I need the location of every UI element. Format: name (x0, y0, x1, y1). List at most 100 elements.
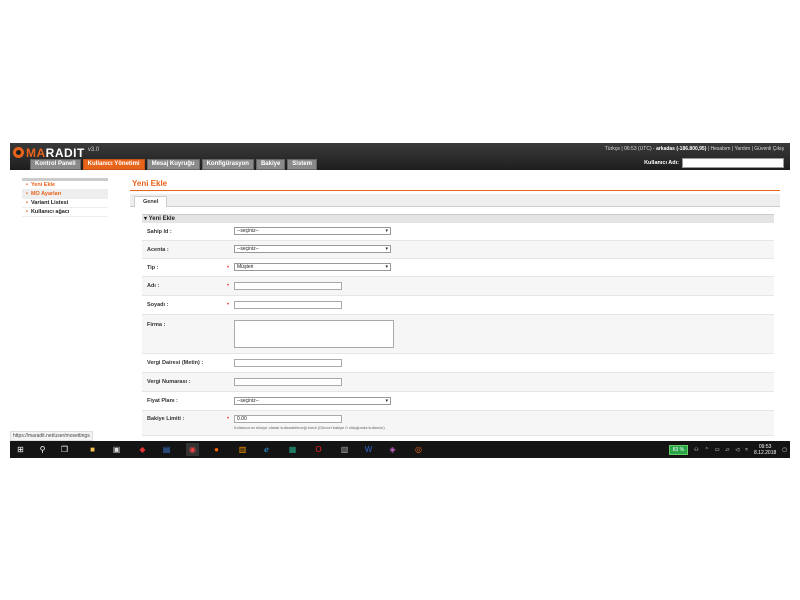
logo-ring-icon (13, 147, 24, 158)
app3-icon[interactable]: ▧ (338, 443, 351, 456)
top-info-user[interactable]: arkadas (-186.800,95) (656, 146, 706, 152)
form-section: ▾ Yeni Ekle Sahip Id : --seçiniz-- ▾ Acen… (142, 214, 774, 436)
volume-icon[interactable]: ◁ (735, 447, 739, 453)
bullet-icon: • (26, 182, 28, 188)
network-icon[interactable]: ▱ (726, 447, 730, 453)
taskbar: ⊞ ⚲ ❐ ■ ▣ ◆ ▤ ◉ ● ▥ ℯ ▦ O ▧ W ◈ ◎ 83 % ⚇… (10, 441, 790, 458)
sidebar-item-variant-list[interactable]: • Variant Listesi (22, 199, 108, 208)
logo-text-2: RADIT (45, 145, 85, 160)
username-label: Kullanıcı Adı: (644, 160, 679, 166)
first-name-input[interactable] (234, 282, 342, 290)
field-label: Acenta : (147, 246, 169, 253)
nav-tab-message-queue[interactable]: Mesaj Kuyruğu (146, 159, 200, 170)
balance-limit-input[interactable]: 0.00 (234, 415, 342, 423)
search-icon[interactable]: ⚲ (36, 443, 49, 456)
windows-start-icon[interactable]: ⊞ (14, 443, 27, 456)
word-icon[interactable]: W (362, 443, 375, 456)
tab-strip: Genel (130, 194, 780, 207)
maradit-taskbar-icon[interactable]: ◎ (412, 443, 425, 456)
row-tax-office: Vergi Dairesi (Metin) : (142, 354, 774, 373)
nav-tab-balance[interactable]: Bakiye (255, 159, 286, 170)
balance-limit-hint: Kullanıcının eksiye olarak kullanabilece… (234, 425, 385, 430)
field-label: Vergi Dairesi (Metin) : (147, 360, 204, 366)
task-view-icon[interactable]: ❐ (58, 443, 71, 456)
bullet-icon: • (26, 209, 28, 215)
row-tax-number: Vergi Numarası : (142, 373, 774, 392)
main-content: Yeni Ekle Genel ▾ Yeni Ekle Sahip Id : -… (130, 178, 780, 438)
form-rows: Sahip Id : --seçiniz-- ▾ Acenta : --seçin… (142, 223, 774, 436)
row-agency: Acenta : --seçiniz-- ▾ (142, 241, 774, 259)
nav-tab-system[interactable]: Sistem (287, 159, 317, 170)
nav-tab-configuration[interactable]: Konfigürasyon (201, 159, 254, 170)
sidebar-item-label: Variant Listesi (30, 200, 69, 206)
select-value: --seçiniz-- (237, 228, 259, 234)
required-marker: • (227, 302, 230, 308)
last-name-input[interactable] (234, 301, 342, 309)
company-textarea[interactable] (234, 320, 394, 348)
price-plan-select[interactable]: --seçiniz-- ▾ (234, 397, 391, 405)
field-label: Sahip Id : (147, 228, 172, 235)
opera-icon[interactable]: O (312, 443, 325, 456)
battery-indicator[interactable]: 83 % (668, 444, 689, 455)
tax-number-input[interactable] (234, 378, 342, 386)
section-header[interactable]: ▾ Yeni Ekle (142, 214, 774, 223)
tax-office-input[interactable] (234, 359, 342, 367)
dropdown-arrow-icon: ▾ (385, 228, 388, 234)
sidebar-item-user-tree[interactable]: • Kullanıcı ağacı (22, 208, 108, 217)
clock[interactable]: 09:53 8.12.2018 (754, 444, 776, 456)
app4-icon[interactable]: ◈ (386, 443, 399, 456)
app2-icon[interactable]: ▥ (236, 443, 249, 456)
top-info: Türkçe | 06:53 (UTC) - arkadas (-186.800… (605, 146, 784, 152)
version-label: v3.0 (87, 147, 100, 153)
row-company: Firma : (142, 315, 774, 354)
sidebar-item-label: Kullanıcı ağacı (30, 209, 70, 215)
bullet-icon: • (26, 191, 28, 197)
select-value: Müşteri (237, 264, 254, 270)
row-last-name: Soyadı : • (142, 296, 774, 315)
field-label: Soyadı : (147, 302, 169, 308)
nav-tab-dashboard[interactable]: Kontrol Paneli (30, 159, 81, 170)
dropdown-arrow-icon: ▾ (385, 246, 388, 252)
wifi-icon[interactable]: ≈ (745, 447, 748, 453)
outlook-icon[interactable]: ▤ (160, 443, 173, 456)
notification-icon[interactable]: ▢ (782, 447, 787, 453)
required-marker: • (227, 264, 230, 271)
sidebar: • Yeni Ekle • MO Ayarları • Variant Listesi… (22, 178, 108, 217)
mcafee-icon[interactable]: ◆ (136, 443, 149, 456)
chevron-up-icon[interactable]: ⌃ (705, 447, 709, 453)
chrome-icon[interactable]: ◉ (186, 443, 199, 456)
sidebar-item-mo-settings[interactable]: • MO Ayarları (22, 190, 108, 199)
battery-icon[interactable]: ▭ (715, 447, 720, 453)
username-input[interactable] (682, 158, 784, 168)
sidebar-item-new[interactable]: • Yeni Ekle (22, 181, 108, 190)
owner-id-select[interactable]: --seçiniz-- ▾ (234, 227, 391, 235)
top-info-links[interactable]: | Hesabım | Yardım | Güvenli Çıkış (706, 146, 784, 152)
edge-icon[interactable]: ℯ (260, 443, 273, 456)
firefox-icon[interactable]: ● (210, 443, 223, 456)
logo[interactable]: MA RADIT v3.0 (13, 145, 100, 160)
row-owner-id: Sahip Id : --seçiniz-- ▾ (142, 223, 774, 241)
field-label: Fiyat Planı : (147, 398, 178, 404)
dropdown-arrow-icon: ▾ (385, 264, 388, 270)
row-first-name: Adı : • (142, 277, 774, 296)
excel-icon[interactable]: ▦ (286, 443, 299, 456)
top-info-prefix: Türkçe | 06:53 (UTC) - (604, 146, 657, 152)
top-bar: MA RADIT v3.0 Türkçe | 06:53 (UTC) - arka… (10, 143, 790, 170)
system-tray: 83 % ⚇ ⌃ ▭ ▱ ◁ ≈ 09:53 8.12.2018 ▢ (668, 441, 790, 458)
logo-text-1: MA (26, 145, 46, 160)
status-url: https://maradit.net/user/mosettings (10, 431, 93, 441)
people-icon[interactable]: ⚇ (694, 447, 698, 453)
nav-tab-user-management[interactable]: Kullanıcı Yönetimi (82, 159, 145, 170)
sidebar-item-label: Yeni Ekle (30, 182, 56, 188)
tab-general[interactable]: Genel (134, 196, 168, 207)
app-window: MA RADIT v3.0 Türkçe | 06:53 (UTC) - arka… (10, 143, 790, 458)
username-search: Kullanıcı Adı: (644, 158, 784, 168)
agency-select[interactable]: --seçiniz-- ▾ (234, 245, 391, 253)
app-icon[interactable]: ▣ (110, 443, 123, 456)
field-label: Adı : (147, 283, 160, 289)
row-balance-limit: Bakiye Limiti : • 0.00 Kullanıcının eksi… (142, 411, 774, 436)
select-value: --seçiniz-- (237, 398, 259, 404)
store-icon[interactable]: ■ (86, 443, 99, 456)
type-select[interactable]: Müşteri ▾ (234, 263, 391, 271)
required-marker: • (227, 416, 230, 422)
